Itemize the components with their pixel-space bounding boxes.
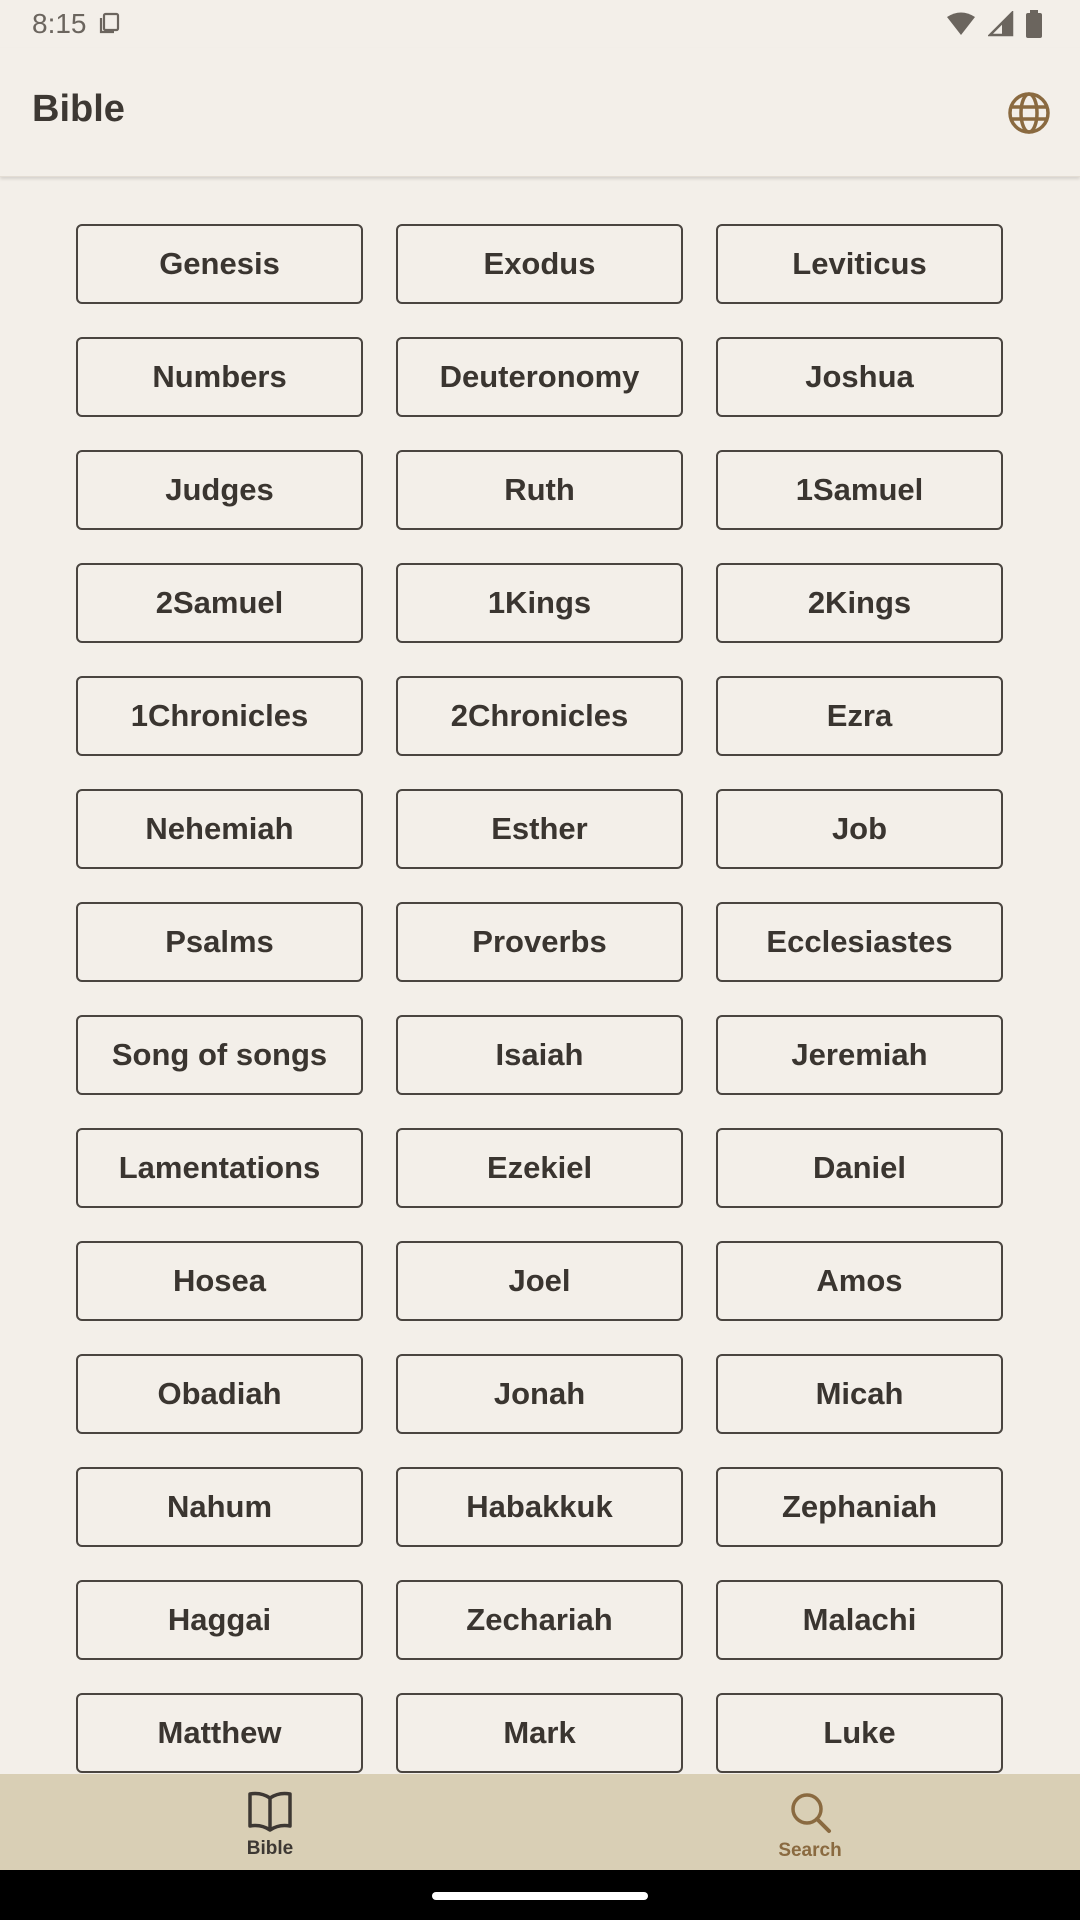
book-button-joshua[interactable]: Joshua <box>716 337 1003 417</box>
book-button-1kings[interactable]: 1Kings <box>396 563 683 643</box>
cellular-signal-icon <box>988 11 1014 37</box>
book-button-nahum[interactable]: Nahum <box>76 1467 363 1547</box>
book-button-mark[interactable]: Mark <box>396 1693 683 1773</box>
book-button-deuteronomy[interactable]: Deuteronomy <box>396 337 683 417</box>
nav-label-bible: Bible <box>246 1838 294 1859</box>
status-bar: 8:15 <box>0 0 1080 48</box>
book-button-esther[interactable]: Esther <box>396 789 683 869</box>
book-button-micah[interactable]: Micah <box>716 1354 1003 1434</box>
book-button-genesis[interactable]: Genesis <box>76 224 363 304</box>
battery-icon <box>1026 10 1042 38</box>
app-bar: Bible <box>0 48 1080 177</box>
book-button-isaiah[interactable]: Isaiah <box>396 1015 683 1095</box>
page-title: Bible <box>32 88 125 130</box>
book-button-leviticus[interactable]: Leviticus <box>716 224 1003 304</box>
book-button-nehemiah[interactable]: Nehemiah <box>76 789 363 869</box>
system-navigation-bar <box>0 1870 1080 1920</box>
book-button-daniel[interactable]: Daniel <box>716 1128 1003 1208</box>
book-button-zephaniah[interactable]: Zephaniah <box>716 1467 1003 1547</box>
book-button-job[interactable]: Job <box>716 789 1003 869</box>
status-time: 8:15 <box>32 8 87 39</box>
bottom-navigation: Bible Search <box>0 1774 1080 1870</box>
book-button-exodus[interactable]: Exodus <box>396 224 683 304</box>
book-button-ezekiel[interactable]: Ezekiel <box>396 1128 683 1208</box>
book-button-amos[interactable]: Amos <box>716 1241 1003 1321</box>
search-icon <box>791 1793 831 1833</box>
book-button-hosea[interactable]: Hosea <box>76 1241 363 1321</box>
book-button-lamentations[interactable]: Lamentations <box>76 1128 363 1208</box>
book-button-psalms[interactable]: Psalms <box>76 902 363 982</box>
book-list[interactable]: Genesis Exodus Leviticus Numbers Deutero… <box>0 178 1080 1774</box>
book-button-ezra[interactable]: Ezra <box>716 676 1003 756</box>
home-gesture-handle[interactable] <box>432 1892 648 1900</box>
book-button-matthew[interactable]: Matthew <box>76 1693 363 1773</box>
book-button-jonah[interactable]: Jonah <box>396 1354 683 1434</box>
book-open-icon <box>248 1791 292 1832</box>
book-button-2kings[interactable]: 2Kings <box>716 563 1003 643</box>
book-button-judges[interactable]: Judges <box>76 450 363 530</box>
book-button-1samuel[interactable]: 1Samuel <box>716 450 1003 530</box>
nav-item-bible[interactable]: Bible <box>170 1790 370 1860</box>
book-button-haggai[interactable]: Haggai <box>76 1580 363 1660</box>
book-button-2chronicles[interactable]: 2Chronicles <box>396 676 683 756</box>
book-button-proverbs[interactable]: Proverbs <box>396 902 683 982</box>
book-button-2samuel[interactable]: 2Samuel <box>76 563 363 643</box>
book-button-zechariah[interactable]: Zechariah <box>396 1580 683 1660</box>
book-button-habakkuk[interactable]: Habakkuk <box>396 1467 683 1547</box>
nav-label-search: Search <box>778 1840 842 1861</box>
book-button-joel[interactable]: Joel <box>396 1241 683 1321</box>
status-icons <box>946 10 1042 38</box>
book-grid: Genesis Exodus Leviticus Numbers Deutero… <box>76 224 1004 1773</box>
book-button-ecclesiastes[interactable]: Ecclesiastes <box>716 902 1003 982</box>
wifi-icon <box>947 12 975 35</box>
book-button-song-of-songs[interactable]: Song of songs <box>76 1015 363 1095</box>
globe-icon[interactable] <box>1006 90 1052 136</box>
screenshot-notification-icon <box>99 12 120 34</box>
book-button-1chronicles[interactable]: 1Chronicles <box>76 676 363 756</box>
book-button-luke[interactable]: Luke <box>716 1693 1003 1773</box>
nav-item-search[interactable]: Search <box>710 1790 910 1862</box>
book-button-ruth[interactable]: Ruth <box>396 450 683 530</box>
book-button-obadiah[interactable]: Obadiah <box>76 1354 363 1434</box>
book-button-jeremiah[interactable]: Jeremiah <box>716 1015 1003 1095</box>
book-button-malachi[interactable]: Malachi <box>716 1580 1003 1660</box>
book-button-numbers[interactable]: Numbers <box>76 337 363 417</box>
